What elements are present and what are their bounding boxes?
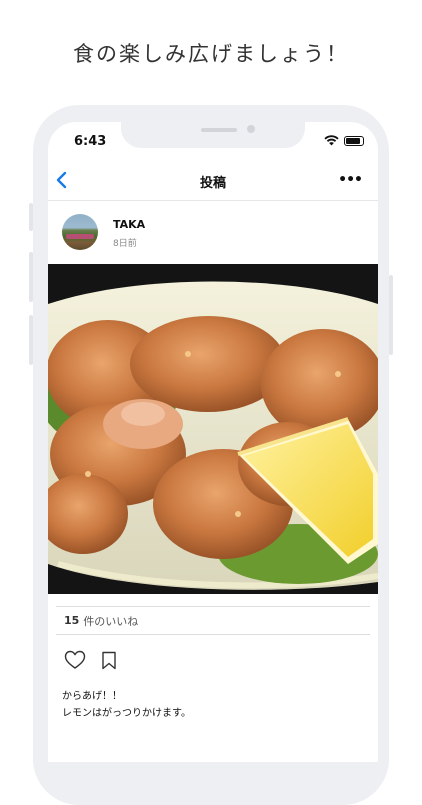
phone-volume-down xyxy=(29,315,33,365)
page-title: 投稿 xyxy=(199,176,226,191)
status-icons xyxy=(324,135,364,146)
more-icon[interactable]: ••• xyxy=(338,172,363,188)
app-screen: 6:43 投稿 ••• TAKA 8日前 15 件のいいね からあげ！！ レモン… xyxy=(48,122,378,762)
caption-line-1: からあげ！！ xyxy=(62,691,122,702)
phone-notch xyxy=(121,122,305,148)
avatar[interactable] xyxy=(62,214,98,250)
post-timestamp: 8日前 xyxy=(113,239,137,249)
bookmark-icon[interactable] xyxy=(101,651,117,670)
likes-label: 件のいいね xyxy=(83,614,139,628)
wifi-icon xyxy=(324,135,339,146)
post-username[interactable]: TAKA xyxy=(113,218,145,231)
speaker-grille xyxy=(201,128,237,132)
likes-row[interactable]: 15 件のいいね xyxy=(56,606,370,635)
post-photo[interactable] xyxy=(48,264,378,594)
navigation-bar: 投稿 ••• xyxy=(48,160,378,201)
front-camera xyxy=(247,125,255,133)
phone-power-button xyxy=(389,275,393,355)
likes-count: 15 xyxy=(64,614,80,627)
heart-icon[interactable] xyxy=(64,650,86,670)
caption-line-2: レモンはがっつりかけます。 xyxy=(62,708,191,719)
battery-icon xyxy=(344,135,364,146)
phone-volume-up xyxy=(29,252,33,302)
promo-headline: 食の楽しみ広げましょう！ xyxy=(73,42,349,66)
status-time: 6:43 xyxy=(74,134,107,149)
post-caption: からあげ！！ レモンはがっつりかけます。 xyxy=(62,688,191,722)
phone-mute-switch xyxy=(29,203,33,231)
